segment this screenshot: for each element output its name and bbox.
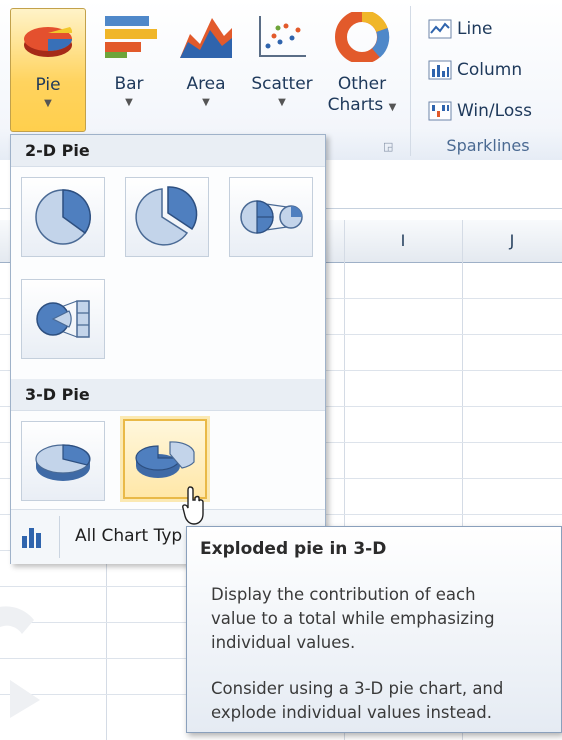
sparklines-group-label: Sparklines [446, 136, 530, 155]
chart-type-tooltip: Exploded pie in 3-D Display the contribu… [186, 526, 562, 733]
pie-of-pie-icon [240, 200, 303, 234]
bar-label: Bar [114, 74, 144, 94]
doughnut-chart-icon [334, 12, 390, 62]
pie-icon [35, 189, 92, 245]
bar-of-pie-icon [36, 300, 90, 338]
chart-type-pie[interactable] [21, 177, 105, 257]
all-chart-types-label[interactable]: All Chart Typ [75, 526, 182, 546]
sparkline-winloss-button[interactable]: Win/Loss [428, 98, 532, 124]
chevron-down-icon: ▼ [202, 97, 210, 108]
tooltip-description: Display the contribution of each value t… [211, 583, 551, 655]
tooltip-line: Consider using a 3-D pie chart, and [211, 679, 504, 698]
section-header-2d-pie: 2-D Pie [11, 135, 325, 167]
sparkline-line-label: Line [457, 19, 493, 39]
tooltip-title: Exploded pie in 3-D [200, 539, 387, 559]
chart-type-pie-3d[interactable] [21, 421, 105, 501]
chevron-down-icon: ▼ [44, 98, 52, 109]
bar-chart-button[interactable]: Bar ▼ [90, 8, 168, 130]
pie-chart-button[interactable]: Pie ▼ [10, 8, 86, 132]
area-label: Area [186, 74, 226, 94]
watermark-shape [0, 606, 40, 718]
tooltip-line: Display the contribution of each [211, 585, 476, 604]
chart-type-exploded-pie[interactable] [125, 177, 209, 257]
tooltip-hint: Consider using a 3-D pie chart, and expl… [211, 677, 551, 725]
area-chart-icon [178, 12, 234, 62]
column-header-i[interactable]: I [344, 220, 462, 262]
section-header-3d-pie: 3-D Pie [11, 379, 325, 411]
chevron-down-icon: ▼ [278, 97, 286, 108]
dialog-launcher-icon[interactable]: ◲ [383, 140, 393, 153]
exploded-pie-3d-icon [135, 441, 195, 478]
column-header-j[interactable]: J [462, 220, 562, 262]
sparkline-column-icon [428, 60, 452, 80]
chart-wizard-icon [22, 528, 41, 548]
sparkline-line-button[interactable]: Line [428, 16, 492, 42]
sparkline-column-button[interactable]: Column [428, 57, 522, 83]
pie-label: Pie [35, 75, 61, 95]
scatter-label: Scatter [251, 74, 313, 94]
mouse-cursor-icon [182, 486, 204, 525]
footer-divider [59, 516, 60, 558]
sparkline-column-label: Column [457, 60, 523, 80]
pie-chart-icon [20, 13, 76, 63]
chevron-down-icon: ▼ [125, 97, 133, 108]
area-chart-button[interactable]: Area ▼ [170, 8, 242, 130]
charts-label: Charts [327, 95, 384, 115]
tooltip-line: value to a total while emphasizing [211, 609, 495, 628]
scatter-chart-button[interactable]: Scatter ▼ [244, 8, 320, 130]
sparkline-winloss-icon [428, 101, 452, 121]
other-label: Other [337, 74, 387, 94]
sparkline-line-icon [428, 19, 452, 39]
tooltip-line: individual values. [211, 633, 356, 652]
chart-type-pie-of-pie[interactable] [229, 177, 313, 257]
chart-type-bar-of-pie[interactable] [21, 279, 105, 359]
pie-3d-icon [35, 444, 91, 481]
chevron-down-icon: ▼ [388, 102, 397, 113]
bar-chart-icon [101, 12, 157, 62]
scatter-chart-icon [254, 12, 310, 62]
tooltip-line: explode individual values instead. [211, 703, 492, 722]
sparkline-winloss-label: Win/Loss [457, 101, 532, 121]
pie-chart-gallery: 2-D Pie 3-D Pie All Chart Typ [10, 134, 326, 564]
other-charts-button[interactable]: Other Charts ▼ [322, 8, 402, 130]
exploded-pie-icon [135, 186, 198, 246]
group-divider [410, 6, 411, 156]
